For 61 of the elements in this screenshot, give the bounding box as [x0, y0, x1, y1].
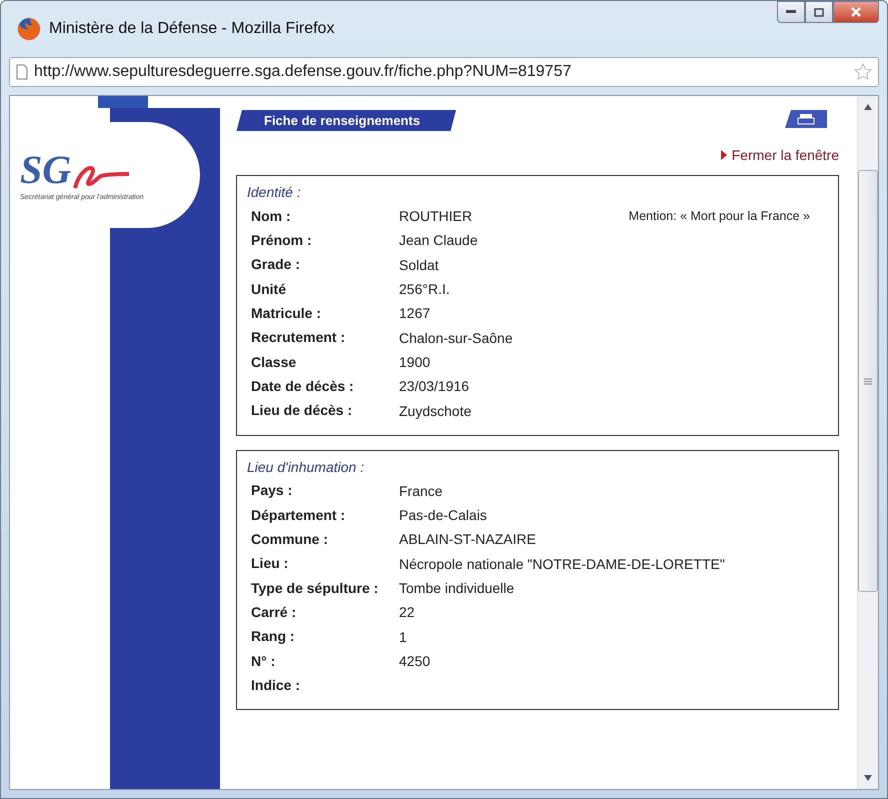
- field-value: 4250: [399, 652, 432, 669]
- field-value: Tombe individuelle: [399, 580, 516, 596]
- maximize-button[interactable]: [805, 1, 833, 23]
- field-value: 1: [399, 628, 408, 645]
- logo-letters: SG: [20, 150, 72, 190]
- scrollbar[interactable]: [857, 96, 878, 789]
- close-window-link[interactable]: Fermer la fenêtre: [720, 147, 839, 163]
- triangle-bullet-icon: [720, 150, 727, 160]
- close-button[interactable]: [833, 1, 879, 23]
- field-label: Unité: [251, 280, 287, 298]
- field-label: Lieu de décès :: [251, 402, 354, 419]
- field-label: N° :: [251, 652, 276, 670]
- field-value: Pas-de-Calais: [399, 507, 488, 524]
- printer-icon: [797, 113, 815, 125]
- field-value: ABLAIN-ST-NAZAIRE: [399, 531, 537, 548]
- field-label: Lieu :: [251, 555, 290, 572]
- print-button[interactable]: [785, 110, 827, 128]
- grip-icon: [864, 378, 872, 384]
- close-icon: [850, 6, 862, 18]
- url-text: http://www.sepulturesdeguerre.sga.defense.gouv.fr/fiche.php?NUM=819757: [34, 63, 572, 81]
- page-icon: [16, 64, 28, 80]
- field-value: 23/03/1916: [399, 378, 470, 394]
- window-title: Ministère de la Défense - Mozilla Firefox: [49, 20, 336, 38]
- field-value: 1267: [399, 305, 432, 322]
- field-label: Pays :: [251, 482, 294, 500]
- field-label: Rang :: [251, 628, 296, 645]
- address-bar[interactable]: http://www.sepulturesdeguerre.sga.defense.gouv.fr/fiche.php?NUM=819757: [9, 57, 879, 87]
- field-value: France: [399, 482, 444, 499]
- section-title: Identité :: [247, 184, 302, 200]
- field-label: Département :: [251, 506, 346, 524]
- page-tab[interactable]: Fiche de renseignements: [236, 110, 456, 133]
- field-label: Classe: [251, 354, 298, 370]
- field-label: Commune :: [251, 531, 329, 548]
- field-value: Nécropole nationale "NOTRE-DAME-DE-LORETTE": [399, 556, 726, 572]
- field-value: 22: [399, 604, 416, 620]
- field-value: 256°R.I.: [399, 281, 451, 298]
- field-label: Grade :: [251, 256, 302, 274]
- scrollbar-thumb[interactable]: [858, 170, 878, 592]
- field-label: Recrutement :: [251, 329, 346, 346]
- field-value: 1900: [399, 354, 432, 370]
- section-title: Lieu d'inhumation :: [247, 458, 366, 475]
- field-value: Chalon-sur-Saône: [399, 330, 514, 346]
- field-value: Soldat: [399, 256, 440, 273]
- field-label: Matricule :: [251, 304, 322, 322]
- field-label: Indice :: [251, 676, 302, 694]
- minimize-icon: [786, 10, 796, 14]
- maximize-icon: [814, 8, 824, 16]
- field-value: ROUTHIER: [399, 208, 474, 224]
- scroll-down-icon[interactable]: [864, 775, 872, 781]
- field-label: Type de sépulture :: [251, 580, 380, 596]
- field-label: Date de décès :: [251, 378, 355, 395]
- field-label: Carré :: [251, 604, 298, 621]
- field-label: Nom :: [251, 208, 292, 225]
- field-label: Prénom :: [251, 232, 313, 249]
- mention-text: Mention: « Mort pour la France »: [628, 209, 811, 224]
- field-value: Zuydschote: [399, 402, 472, 419]
- minimize-button[interactable]: [777, 1, 805, 23]
- star-icon[interactable]: [854, 63, 872, 81]
- field-value: Jean Claude: [399, 232, 479, 248]
- firefox-logo-icon: [17, 17, 41, 41]
- scroll-up-icon[interactable]: [864, 104, 872, 110]
